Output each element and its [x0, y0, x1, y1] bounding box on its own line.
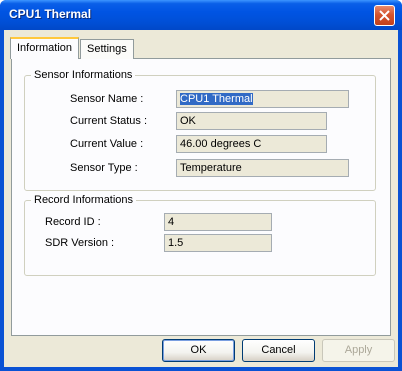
tab-settings[interactable]: Settings — [80, 39, 134, 59]
current-status-label: Current Status : — [70, 115, 148, 127]
sensor-type-label: Sensor Type : — [70, 162, 138, 174]
close-icon — [379, 10, 390, 21]
tab-information-label: Information — [17, 42, 73, 54]
current-value-label: Current Value : — [70, 138, 144, 150]
record-info-legend: Record Informations — [31, 194, 137, 206]
title-bar[interactable]: CPU1 Thermal — [0, 0, 402, 30]
sensor-name-field[interactable]: CPU1 Thermal — [176, 90, 349, 108]
current-status-field[interactable]: OK — [176, 112, 327, 130]
ok-button[interactable]: OK — [162, 339, 235, 362]
sensor-name-label: Sensor Name : — [70, 93, 144, 105]
sdr-version-field[interactable]: 1.5 — [164, 234, 272, 252]
sensor-info-legend: Sensor Informations — [31, 69, 136, 81]
dialog-window: CPU1 Thermal Information Settings Sensor… — [0, 0, 402, 371]
close-button[interactable] — [374, 5, 395, 26]
current-value-field[interactable]: 46.00 degrees C — [176, 135, 327, 153]
window-title: CPU1 Thermal — [9, 7, 92, 21]
dialog-client-area: Information Settings Sensor Informations… — [4, 30, 398, 367]
information-panel: Sensor Informations Sensor Name : CPU1 T… — [11, 58, 391, 336]
current-status-value: OK — [180, 115, 196, 127]
sensor-type-field[interactable]: Temperature — [176, 159, 349, 177]
sensor-name-value: CPU1 Thermal — [180, 93, 253, 105]
sdr-version-value: 1.5 — [168, 237, 184, 249]
sdr-version-label: SDR Version : — [45, 237, 115, 249]
cancel-button[interactable]: Cancel — [242, 339, 315, 362]
apply-button[interactable]: Apply — [322, 339, 395, 362]
record-id-value: 4 — [168, 216, 175, 228]
record-id-label: Record ID : — [45, 216, 101, 228]
tab-information[interactable]: Information — [10, 37, 79, 59]
record-id-field[interactable]: 4 — [164, 213, 272, 231]
tab-settings-label: Settings — [87, 43, 127, 55]
sensor-type-value: Temperature — [180, 162, 242, 174]
current-value-value: 46.00 degrees C — [180, 138, 262, 150]
